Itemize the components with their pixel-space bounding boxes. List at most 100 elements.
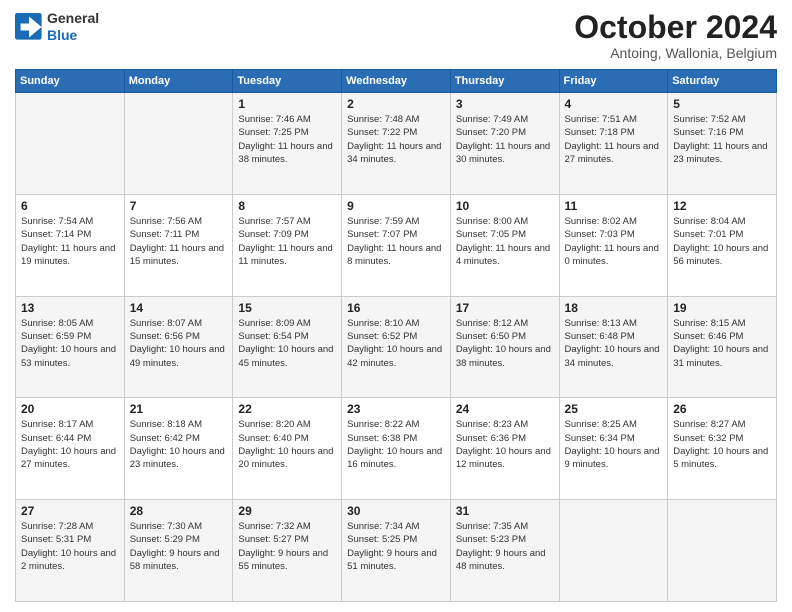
- calendar-cell: 3 Sunrise: 7:49 AMSunset: 7:20 PMDaylight…: [450, 93, 559, 195]
- day-info: Sunrise: 7:35 AMSunset: 5:23 PMDaylight:…: [456, 520, 554, 573]
- day-info: Sunrise: 8:04 AMSunset: 7:01 PMDaylight:…: [673, 215, 771, 268]
- day-number: 19: [673, 301, 771, 315]
- day-number: 3: [456, 97, 554, 111]
- day-info: Sunrise: 8:22 AMSunset: 6:38 PMDaylight:…: [347, 418, 445, 471]
- calendar-cell: 11 Sunrise: 8:02 AMSunset: 7:03 PMDayligh…: [559, 194, 668, 296]
- calendar-cell: [16, 93, 125, 195]
- calendar-cell: 21 Sunrise: 8:18 AMSunset: 6:42 PMDayligh…: [124, 398, 233, 500]
- day-number: 30: [347, 504, 445, 518]
- calendar-cell: 8 Sunrise: 7:57 AMSunset: 7:09 PMDaylight…: [233, 194, 342, 296]
- calendar-cell: 28 Sunrise: 7:30 AMSunset: 5:29 PMDayligh…: [124, 500, 233, 602]
- day-info: Sunrise: 7:46 AMSunset: 7:25 PMDaylight:…: [238, 113, 336, 166]
- day-info: Sunrise: 8:07 AMSunset: 6:56 PMDaylight:…: [130, 317, 228, 370]
- day-number: 2: [347, 97, 445, 111]
- day-number: 22: [238, 402, 336, 416]
- weekday-header: SundayMondayTuesdayWednesdayThursdayFrid…: [16, 70, 777, 93]
- calendar-cell: 16 Sunrise: 8:10 AMSunset: 6:52 PMDayligh…: [342, 296, 451, 398]
- calendar-cell: 20Sunrise: 8:17 AMSunset: 6:44 PMDayligh…: [16, 398, 125, 500]
- calendar-cell: 1 Sunrise: 7:46 AMSunset: 7:25 PMDaylight…: [233, 93, 342, 195]
- month-title: October 2024: [574, 10, 777, 45]
- subtitle: Antoing, Wallonia, Belgium: [574, 45, 777, 61]
- day-number: 27: [21, 504, 119, 518]
- day-number: 29: [238, 504, 336, 518]
- day-number: 21: [130, 402, 228, 416]
- day-number: 11: [565, 199, 663, 213]
- page-header: General Blue October 2024 Antoing, Wallo…: [15, 10, 777, 61]
- day-info: Sunrise: 7:54 AMSunset: 7:14 PMDaylight:…: [21, 215, 119, 268]
- day-number: 16: [347, 301, 445, 315]
- day-number: 25: [565, 402, 663, 416]
- weekday-tuesday: Tuesday: [233, 70, 342, 93]
- calendar-cell: 18 Sunrise: 8:13 AMSunset: 6:48 PMDayligh…: [559, 296, 668, 398]
- day-info: Sunrise: 7:49 AMSunset: 7:20 PMDaylight:…: [456, 113, 554, 166]
- calendar-cell: 4 Sunrise: 7:51 AMSunset: 7:18 PMDaylight…: [559, 93, 668, 195]
- day-number: 15: [238, 301, 336, 315]
- calendar-cell: 22 Sunrise: 8:20 AMSunset: 6:40 PMDayligh…: [233, 398, 342, 500]
- day-number: 31: [456, 504, 554, 518]
- day-info: Sunrise: 7:28 AMSunset: 5:31 PMDaylight:…: [21, 520, 119, 573]
- week-row-1: 6Sunrise: 7:54 AMSunset: 7:14 PMDaylight…: [16, 194, 777, 296]
- day-number: 24: [456, 402, 554, 416]
- day-info: Sunrise: 7:56 AMSunset: 7:11 PMDaylight:…: [130, 215, 228, 268]
- calendar-cell: 31 Sunrise: 7:35 AMSunset: 5:23 PMDayligh…: [450, 500, 559, 602]
- calendar-cell: 30 Sunrise: 7:34 AMSunset: 5:25 PMDayligh…: [342, 500, 451, 602]
- day-info: Sunrise: 8:00 AMSunset: 7:05 PMDaylight:…: [456, 215, 554, 268]
- calendar-cell: 25 Sunrise: 8:25 AMSunset: 6:34 PMDayligh…: [559, 398, 668, 500]
- calendar-cell: 15 Sunrise: 8:09 AMSunset: 6:54 PMDayligh…: [233, 296, 342, 398]
- calendar-cell: 29 Sunrise: 7:32 AMSunset: 5:27 PMDayligh…: [233, 500, 342, 602]
- calendar-cell: 12 Sunrise: 8:04 AMSunset: 7:01 PMDayligh…: [668, 194, 777, 296]
- calendar-cell: 19 Sunrise: 8:15 AMSunset: 6:46 PMDayligh…: [668, 296, 777, 398]
- day-number: 14: [130, 301, 228, 315]
- day-info: Sunrise: 8:02 AMSunset: 7:03 PMDaylight:…: [565, 215, 663, 268]
- day-info: Sunrise: 7:30 AMSunset: 5:29 PMDaylight:…: [130, 520, 228, 573]
- logo-text: General Blue: [47, 10, 99, 44]
- day-number: 18: [565, 301, 663, 315]
- day-info: Sunrise: 8:18 AMSunset: 6:42 PMDaylight:…: [130, 418, 228, 471]
- day-number: 20: [21, 402, 119, 416]
- weekday-saturday: Saturday: [668, 70, 777, 93]
- day-number: 8: [238, 199, 336, 213]
- week-row-3: 20Sunrise: 8:17 AMSunset: 6:44 PMDayligh…: [16, 398, 777, 500]
- calendar-cell: 24 Sunrise: 8:23 AMSunset: 6:36 PMDayligh…: [450, 398, 559, 500]
- day-info: Sunrise: 7:32 AMSunset: 5:27 PMDaylight:…: [238, 520, 336, 573]
- day-info: Sunrise: 7:48 AMSunset: 7:22 PMDaylight:…: [347, 113, 445, 166]
- week-row-2: 13Sunrise: 8:05 AMSunset: 6:59 PMDayligh…: [16, 296, 777, 398]
- calendar-cell: 27 Sunrise: 7:28 AMSunset: 5:31 PMDayligh…: [16, 500, 125, 602]
- day-info: Sunrise: 8:05 AMSunset: 6:59 PMDaylight:…: [21, 317, 119, 370]
- day-info: Sunrise: 8:20 AMSunset: 6:40 PMDaylight:…: [238, 418, 336, 471]
- weekday-thursday: Thursday: [450, 70, 559, 93]
- calendar-cell: [124, 93, 233, 195]
- day-info: Sunrise: 8:23 AMSunset: 6:36 PMDaylight:…: [456, 418, 554, 471]
- calendar-body: 1 Sunrise: 7:46 AMSunset: 7:25 PMDaylight…: [16, 93, 777, 602]
- calendar-cell: 6Sunrise: 7:54 AMSunset: 7:14 PMDaylight…: [16, 194, 125, 296]
- day-number: 28: [130, 504, 228, 518]
- day-number: 26: [673, 402, 771, 416]
- day-info: Sunrise: 7:57 AMSunset: 7:09 PMDaylight:…: [238, 215, 336, 268]
- day-number: 1: [238, 97, 336, 111]
- calendar-cell: 17Sunrise: 8:12 AMSunset: 6:50 PMDayligh…: [450, 296, 559, 398]
- week-row-4: 27 Sunrise: 7:28 AMSunset: 5:31 PMDayligh…: [16, 500, 777, 602]
- weekday-friday: Friday: [559, 70, 668, 93]
- day-info: Sunrise: 7:51 AMSunset: 7:18 PMDaylight:…: [565, 113, 663, 166]
- calendar-cell: 26Sunrise: 8:27 AMSunset: 6:32 PMDayligh…: [668, 398, 777, 500]
- logo: General Blue: [15, 10, 99, 44]
- day-number: 23: [347, 402, 445, 416]
- day-number: 7: [130, 199, 228, 213]
- day-number: 9: [347, 199, 445, 213]
- day-number: 5: [673, 97, 771, 111]
- weekday-sunday: Sunday: [16, 70, 125, 93]
- day-info: Sunrise: 8:15 AMSunset: 6:46 PMDaylight:…: [673, 317, 771, 370]
- day-info: Sunrise: 8:10 AMSunset: 6:52 PMDaylight:…: [347, 317, 445, 370]
- day-info: Sunrise: 8:25 AMSunset: 6:34 PMDaylight:…: [565, 418, 663, 471]
- calendar-cell: [668, 500, 777, 602]
- logo-icon: [15, 13, 43, 41]
- day-number: 12: [673, 199, 771, 213]
- day-info: Sunrise: 7:34 AMSunset: 5:25 PMDaylight:…: [347, 520, 445, 573]
- calendar-cell: 23 Sunrise: 8:22 AMSunset: 6:38 PMDayligh…: [342, 398, 451, 500]
- day-info: Sunrise: 8:09 AMSunset: 6:54 PMDaylight:…: [238, 317, 336, 370]
- day-info: Sunrise: 8:13 AMSunset: 6:48 PMDaylight:…: [565, 317, 663, 370]
- day-number: 17: [456, 301, 554, 315]
- calendar-cell: 7 Sunrise: 7:56 AMSunset: 7:11 PMDaylight…: [124, 194, 233, 296]
- weekday-monday: Monday: [124, 70, 233, 93]
- day-number: 4: [565, 97, 663, 111]
